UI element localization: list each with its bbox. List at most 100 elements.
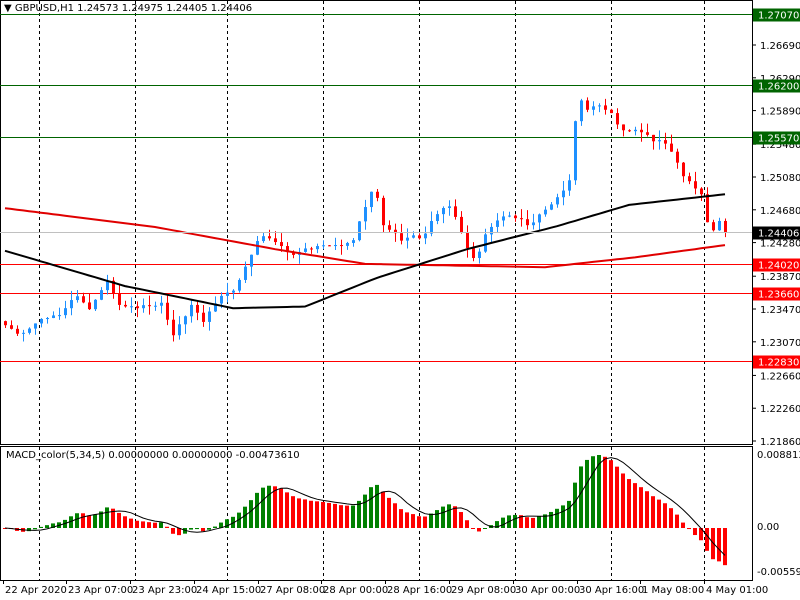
time-tick-label: 22 Apr 2020: [5, 585, 67, 596]
level-tag-label: 1.26200: [758, 82, 799, 93]
candle-body: [250, 254, 253, 267]
macd-histogram-bar: [141, 521, 145, 528]
candle-body: [454, 206, 457, 217]
candle-body: [448, 206, 451, 208]
macd-histogram-bar: [429, 513, 433, 528]
macd-histogram-bar: [153, 522, 157, 528]
candle-body: [532, 222, 535, 226]
candle-body: [46, 318, 49, 320]
macd-histogram-bar: [705, 528, 709, 551]
time-tick-label: 1 May 08:00: [642, 585, 704, 596]
macd-histogram-bar: [399, 509, 403, 528]
macd-histogram-bar: [165, 526, 169, 528]
candle-body: [238, 279, 241, 291]
candle-body: [550, 204, 553, 210]
macd-histogram-bar: [159, 522, 163, 528]
macd-histogram-bar: [669, 508, 673, 528]
candle-body: [574, 121, 577, 181]
candle-body: [382, 197, 385, 226]
macd-histogram-bar: [435, 510, 439, 528]
macd-histogram-bar: [693, 528, 697, 536]
macd-histogram-bar: [321, 501, 325, 528]
macd-histogram-bar: [465, 520, 469, 528]
macd-histogram-bar: [45, 525, 49, 528]
macd-histogram-bar: [531, 517, 535, 528]
macd-histogram-bar: [75, 513, 79, 528]
price-tick-label: 1.25080: [760, 173, 800, 184]
macd-histogram-bar: [477, 528, 481, 532]
macd-histogram-bar: [189, 528, 193, 530]
macd-histogram-bar: [585, 459, 589, 528]
candle-body: [136, 306, 139, 309]
candle-body: [376, 191, 379, 198]
candle-body: [604, 105, 607, 110]
macd-histogram-bar: [537, 516, 541, 528]
macd-histogram-bar: [243, 506, 247, 528]
candle-body: [76, 296, 79, 301]
macd-histogram-bar: [579, 466, 583, 528]
candle-body: [232, 290, 235, 293]
macd-histogram-bar: [561, 505, 565, 528]
chart-window[interactable]: 1.26690 1.26290 1.25890 1.25480 1.25080 1.246…: [0, 0, 800, 600]
candle-body: [388, 225, 391, 230]
macd-histogram-bar: [357, 500, 361, 528]
macd-histogram-bar: [405, 512, 409, 528]
candle-body: [22, 332, 25, 334]
macd-histogram-bar: [525, 517, 529, 528]
macd-histogram-bar: [621, 473, 625, 528]
macd-histogram-bar: [351, 505, 355, 528]
ohlc-values: 1.24573 1.24975 1.24405 1.24406: [77, 3, 253, 14]
candle-body: [304, 248, 307, 252]
candle-body: [694, 181, 697, 189]
candle-body: [220, 295, 223, 304]
macd-histogram-bar: [603, 456, 607, 528]
macd-histogram-bar: [453, 506, 457, 528]
chart-header: ▼ GBPUSD,H1 1.24573 1.24975 1.24405 1.24…: [4, 3, 252, 14]
macd-histogram-bar: [573, 482, 577, 528]
macd-histogram-bar: [147, 522, 151, 528]
macd-histogram-bar: [393, 503, 397, 528]
candle-body: [364, 207, 367, 222]
candle-body: [490, 226, 493, 235]
candle-body: [328, 245, 331, 247]
macd-histogram-bar: [291, 496, 295, 528]
macd-histogram-bar: [471, 528, 475, 529]
candle-body: [466, 232, 469, 249]
macd-histogram-bar: [279, 488, 283, 528]
candle-body: [676, 151, 679, 163]
macd-histogram-bar: [627, 479, 631, 528]
macd-histogram-bar: [723, 528, 727, 566]
candle-body: [88, 302, 91, 310]
macd-histogram-bar: [609, 460, 613, 528]
macd-histogram-bar: [81, 513, 85, 528]
level-tag-label: 1.24020: [758, 261, 799, 272]
macd-histogram-bar: [423, 516, 427, 528]
candle-body: [712, 222, 715, 231]
candle-body: [94, 299, 97, 310]
candle-body: [196, 304, 199, 313]
macd-histogram-bar: [447, 504, 451, 528]
level-tag-label: 1.23660: [758, 290, 799, 301]
candle-body: [634, 129, 637, 132]
candle-body: [502, 216, 505, 221]
macd-histogram-bar: [363, 494, 367, 528]
candle-body: [334, 245, 337, 247]
macd-histogram-bar: [201, 528, 205, 532]
macd-histogram-bar: [591, 456, 595, 528]
macd-histogram-bar: [459, 512, 463, 528]
collapse-triangle-icon[interactable]: ▼: [4, 3, 12, 14]
price-tick-label: 1.22660: [760, 371, 800, 382]
macd-histogram-bar: [297, 498, 301, 528]
macd-histogram-bar: [333, 503, 337, 528]
time-tick-label: 27 Apr 08:00: [260, 585, 325, 596]
candle-body: [538, 214, 541, 223]
candle-body: [670, 143, 673, 152]
candle-body: [496, 220, 499, 227]
candle-body: [652, 134, 655, 142]
candle-body: [616, 113, 619, 125]
chart-canvas[interactable]: 1.266901.262901.258901.254801.250801.246…: [0, 0, 800, 600]
candle-body: [154, 305, 157, 307]
macd-histogram-bar: [663, 503, 667, 528]
candle-body: [70, 300, 73, 309]
candle-body: [274, 238, 277, 243]
